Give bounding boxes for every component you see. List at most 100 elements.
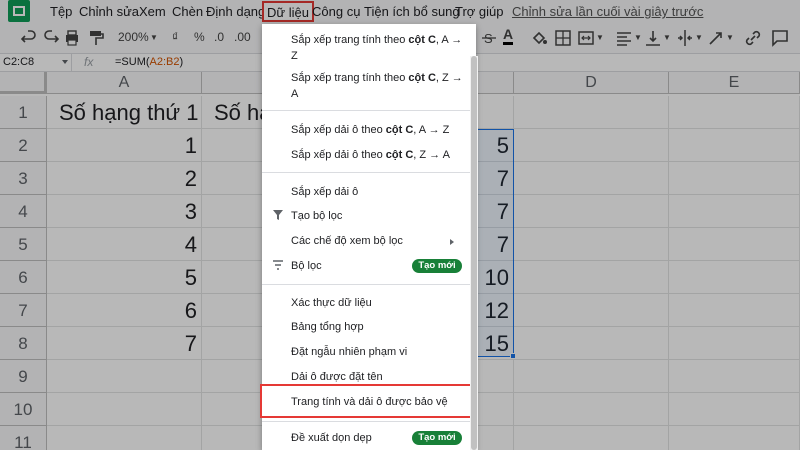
undo-icon[interactable] [20,29,38,47]
cell-e11[interactable] [669,426,800,450]
increase-decimal-button[interactable]: .00 [234,30,251,44]
cell-d6[interactable] [514,261,669,294]
cell-a8[interactable]: 7 [47,327,202,360]
row-header-6[interactable]: 6 [0,261,47,294]
cell-d1[interactable] [514,96,669,129]
row-header-9[interactable]: 9 [0,360,47,393]
cell-d10[interactable] [514,393,669,426]
menu-file[interactable]: Tệp [50,4,72,19]
zoom-select[interactable]: 200% [118,30,149,44]
align-horizontal-icon[interactable] [615,29,633,47]
menu-format[interactable]: Định dạng [206,4,265,19]
cell-e7[interactable] [669,294,800,327]
merge-dropdown-icon[interactable]: ▼ [596,33,604,42]
row-header-10[interactable]: 10 [0,393,47,426]
wrap-dropdown-icon[interactable]: ▼ [695,33,703,42]
menu-sort-sheet-az[interactable]: Sắp xếp trang tính theo cột C, A → Z [262,32,476,64]
print-icon[interactable] [63,29,81,47]
cell-d11[interactable] [514,426,669,450]
formula-input[interactable]: =SUM(A2:B2) [115,56,183,68]
sheets-logo-icon[interactable] [8,0,30,22]
row-header-11[interactable]: 11 [0,426,47,450]
percent-button[interactable]: % [194,30,205,44]
column-header-e[interactable]: E [669,72,800,94]
rotation-dropdown-icon[interactable]: ▼ [726,33,734,42]
strikethrough-icon[interactable]: S [481,29,499,47]
cell-d4[interactable] [514,195,669,228]
menu-sort-range-az[interactable]: Sắp xếp dải ô theo cột C, A → Z [262,122,476,138]
menu-data-validation[interactable]: Xác thực dữ liệu [262,295,476,311]
menu-sort-sheet-za[interactable]: Sắp xếp trang tính theo cột C, Z → A [262,70,476,102]
paint-format-icon[interactable] [87,29,105,47]
cell-a11[interactable] [47,426,202,450]
menu-data[interactable]: Dữ liệu [262,1,314,22]
cell-e6[interactable] [669,261,800,294]
cell-a9[interactable] [47,360,202,393]
cell-a3[interactable]: 2 [47,162,202,195]
name-box-dropdown-icon[interactable] [62,60,68,64]
redo-icon[interactable] [42,29,60,47]
menu-randomize-range[interactable]: Đặt ngẫu nhiên phạm vi [262,344,476,360]
select-all-corner[interactable] [0,72,47,94]
cell-d7[interactable] [514,294,669,327]
insert-link-icon[interactable] [744,29,762,47]
decrease-decimal-button[interactable]: .0 [214,30,224,44]
currency-button[interactable]: ₫ [172,30,178,44]
menu-sort-range-za[interactable]: Sắp xếp dải ô theo cột C, Z → A [262,147,476,163]
menu-edit[interactable]: Chỉnh sửa [79,4,139,19]
cell-a4[interactable]: 3 [47,195,202,228]
menu-tools[interactable]: Công cụ [312,4,360,19]
cell-e4[interactable] [669,195,800,228]
cell-e3[interactable] [669,162,800,195]
cell-a1[interactable]: Số hạng thứ 1 [47,96,202,129]
menu-named-ranges[interactable]: Dải ô được đặt tên [262,369,476,385]
cell-a2[interactable]: 1 [47,129,202,162]
cell-d3[interactable] [514,162,669,195]
text-rotation-icon[interactable] [707,29,725,47]
fill-handle[interactable] [510,353,516,359]
column-header-a[interactable]: A [47,72,202,94]
text-wrap-icon[interactable] [676,29,694,47]
cell-a5[interactable]: 4 [47,228,202,261]
menu-pivot-table[interactable]: Bảng tổng hợp [262,319,476,335]
cell-e5[interactable] [669,228,800,261]
cell-e8[interactable] [669,327,800,360]
column-header-d[interactable]: D [514,72,669,94]
last-edit-link[interactable]: Chỉnh sửa lần cuối vài giây trước [512,4,703,19]
menu-filter-views[interactable]: Các chế độ xem bộ lọc [262,233,476,249]
row-header-2[interactable]: 2 [0,129,47,162]
row-header-4[interactable]: 4 [0,195,47,228]
cell-e2[interactable] [669,129,800,162]
menu-view[interactable]: Xem [139,4,166,19]
cell-a6[interactable]: 5 [47,261,202,294]
zoom-dropdown-icon[interactable]: ▼ [150,33,158,42]
cell-d2[interactable] [514,129,669,162]
menu-scrollbar-thumb[interactable] [471,56,477,450]
row-header-5[interactable]: 5 [0,228,47,261]
row-header-8[interactable]: 8 [0,327,47,360]
align-vertical-icon[interactable] [644,29,662,47]
menu-sort-range[interactable]: Sắp xếp dải ô [262,184,476,200]
borders-icon[interactable] [554,29,572,47]
cell-a10[interactable] [47,393,202,426]
cell-d8[interactable] [514,327,669,360]
text-color-button[interactable]: A [503,27,514,45]
cell-d5[interactable] [514,228,669,261]
menu-help[interactable]: Trợ giúp [455,4,504,19]
row-header-7[interactable]: 7 [0,294,47,327]
row-header-3[interactable]: 3 [0,162,47,195]
insert-comment-icon[interactable] [771,29,789,47]
cell-e10[interactable] [669,393,800,426]
valign-dropdown-icon[interactable]: ▼ [663,33,671,42]
menu-insert[interactable]: Chèn [172,4,203,19]
cell-e9[interactable] [669,360,800,393]
fill-color-icon[interactable] [530,29,548,47]
align-dropdown-icon[interactable]: ▼ [634,33,642,42]
menu-addons[interactable]: Tiện ích bổ sung [364,4,460,19]
merge-cells-icon[interactable] [577,29,595,47]
cell-a7[interactable]: 6 [47,294,202,327]
cell-e1[interactable] [669,96,800,129]
menu-create-filter[interactable]: Tạo bộ lọc [262,208,476,224]
cell-d9[interactable] [514,360,669,393]
row-header-1[interactable]: 1 [0,96,47,129]
